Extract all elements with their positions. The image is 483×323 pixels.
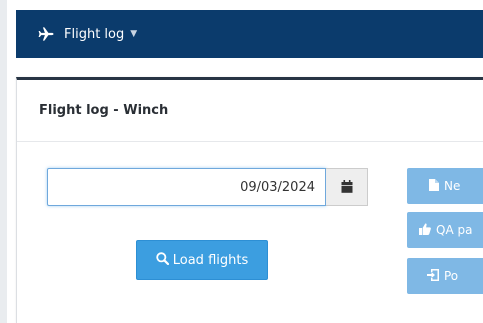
load-flights-label: Load flights <box>172 252 249 268</box>
airplane-icon <box>38 27 54 41</box>
qa-button-label: QA pa <box>436 223 473 237</box>
qa-button[interactable]: QA pa <box>407 212 483 248</box>
flight-log-menu[interactable]: Flight log ▼ <box>38 27 137 42</box>
flight-log-panel: Flight log - Winch 09/03/2024 Load fligh… <box>16 77 483 323</box>
import-icon <box>427 268 444 284</box>
left-gutter <box>0 0 7 323</box>
post-button-label: Po <box>444 269 459 283</box>
new-button[interactable]: Ne <box>407 168 483 204</box>
calendar-button[interactable] <box>326 168 368 206</box>
date-picker <box>47 168 368 208</box>
file-icon <box>429 178 444 194</box>
new-button-label: Ne <box>444 179 461 193</box>
flight-log-menu-label: Flight log <box>64 26 125 42</box>
date-input[interactable] <box>47 168 326 206</box>
calendar-icon <box>341 178 353 197</box>
thumbs-up-icon <box>419 223 436 238</box>
app-root: Flight log ▼ Flight log - Winch 09/03/20… <box>0 0 483 323</box>
caret-down-icon: ▼ <box>130 29 138 39</box>
panel-title: Flight log - Winch <box>39 103 169 118</box>
load-flights-button[interactable]: Load flights <box>136 240 268 280</box>
top-navbar: Flight log ▼ <box>16 10 483 58</box>
panel-header: Flight log - Winch <box>17 80 483 142</box>
post-button[interactable]: Po <box>407 258 483 294</box>
search-icon <box>156 251 173 269</box>
